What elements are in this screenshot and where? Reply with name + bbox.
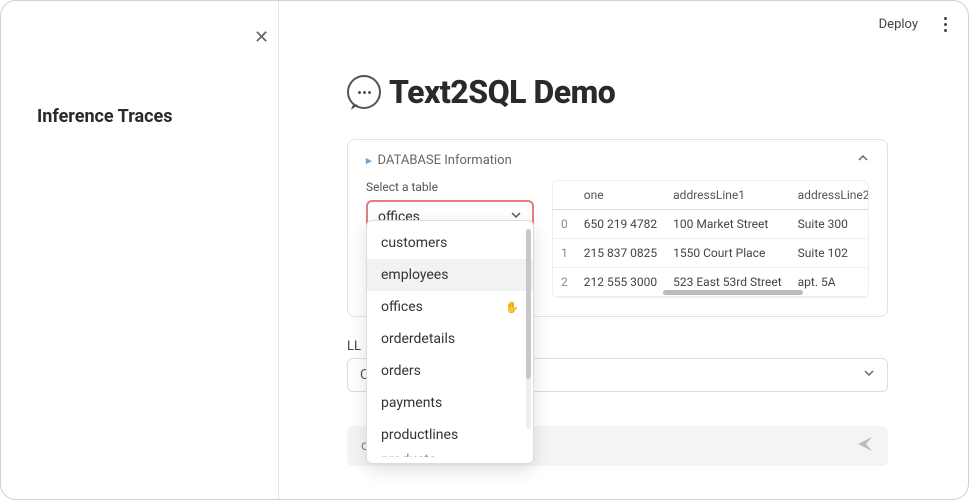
table-cell: 215 837 0825 bbox=[576, 239, 665, 268]
card-title: DATABASE Information bbox=[378, 153, 512, 168]
table-cell: Suite 102 bbox=[790, 239, 869, 268]
select-label: Select a table bbox=[366, 180, 534, 194]
database-icon: ▸ bbox=[366, 154, 372, 167]
table-header: addressLine2 bbox=[790, 181, 869, 210]
page-title: Text2SQL Demo bbox=[347, 73, 888, 111]
table-cell: 2 bbox=[553, 268, 576, 297]
table-row: 1215 837 08251550 Court PlaceSuite 102MA… bbox=[553, 239, 869, 268]
table-header: addressLine1 bbox=[665, 181, 790, 210]
table-cell: Suite 300 bbox=[790, 210, 869, 239]
data-table: oneaddressLine1addressLine2stateco 0650 … bbox=[552, 180, 869, 298]
table-cell: 100 Market Street bbox=[665, 210, 790, 239]
dropdown-scrollbar[interactable] bbox=[526, 229, 531, 429]
sidebar-title: Inference Traces bbox=[37, 106, 278, 127]
dropdown-option[interactable]: offices✋ bbox=[367, 291, 533, 323]
table-header bbox=[553, 181, 576, 210]
database-info-card: ▸ DATABASE Information Select a table of… bbox=[347, 139, 888, 317]
dropdown-option[interactable]: products bbox=[367, 451, 533, 457]
chat-icon bbox=[347, 75, 381, 109]
table-cell: 650 219 4782 bbox=[576, 210, 665, 239]
dropdown-option[interactable]: payments bbox=[367, 387, 533, 419]
dropdown-option[interactable]: orders bbox=[367, 355, 533, 387]
table-cell: 1 bbox=[553, 239, 576, 268]
send-icon[interactable] bbox=[856, 435, 874, 457]
sidebar: Inference Traces bbox=[1, 1, 279, 499]
table-select-dropdown: customersemployeesoffices✋orderdetailsor… bbox=[366, 220, 534, 464]
main-content: Text2SQL Demo ▸ DATABASE Information Sel… bbox=[279, 1, 968, 499]
table-cell: 1550 Court Place bbox=[665, 239, 790, 268]
cursor-icon: ✋ bbox=[505, 301, 519, 314]
collapse-icon[interactable] bbox=[857, 152, 869, 168]
table-cell: 0 bbox=[553, 210, 576, 239]
horizontal-scrollbar[interactable] bbox=[663, 290, 803, 295]
dropdown-option[interactable]: productlines bbox=[367, 419, 533, 451]
page-title-text: Text2SQL Demo bbox=[389, 73, 615, 111]
table-cell: 212 555 3000 bbox=[576, 268, 665, 297]
dropdown-option[interactable]: customers bbox=[367, 227, 533, 259]
chevron-down-icon bbox=[863, 367, 875, 383]
table-header: one bbox=[576, 181, 665, 210]
table-row: 0650 219 4782100 Market StreetSuite 300C… bbox=[553, 210, 869, 239]
dropdown-option[interactable]: employees bbox=[367, 259, 533, 291]
dropdown-option[interactable]: orderdetails bbox=[367, 323, 533, 355]
